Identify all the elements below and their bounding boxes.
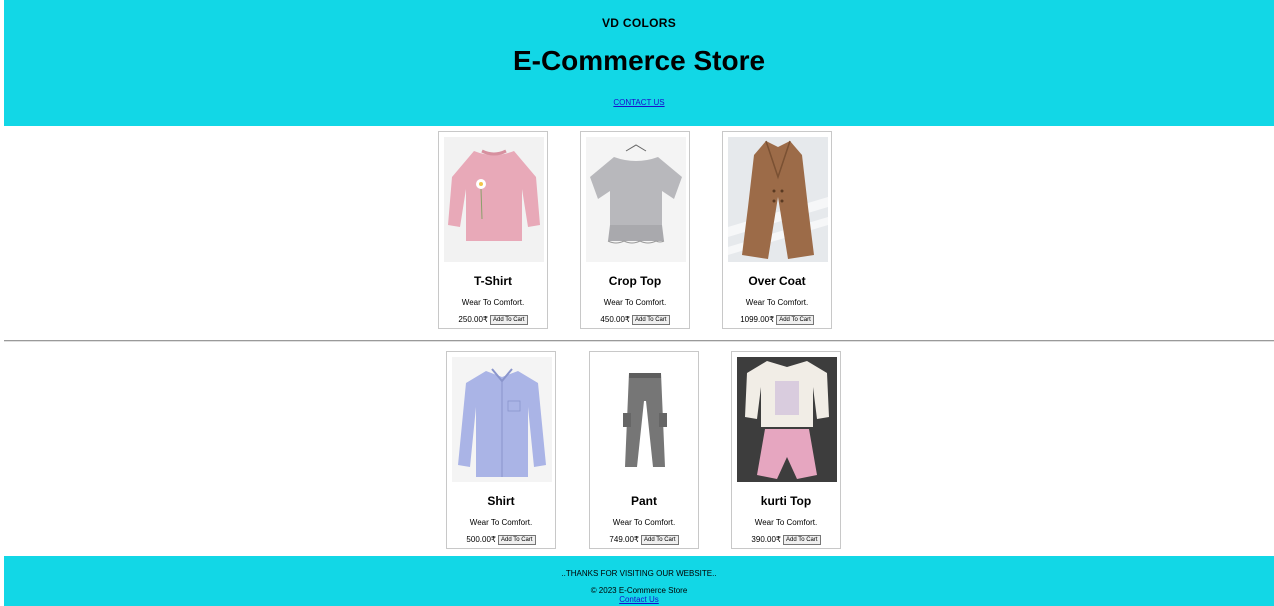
product-price: 1099.00₹ (740, 315, 775, 324)
product-name: Pant (630, 494, 657, 508)
product-price: 250.00₹ (458, 315, 488, 324)
site-header: VD COLORS E-Commerce Store CONTACT US (4, 0, 1274, 126)
header-contact: CONTACT US (4, 98, 1274, 107)
footer-contact: Contact Us (4, 595, 1274, 604)
grey-cargo-pant-image (595, 357, 695, 482)
footer-copyright: © 2023 E-Commerce Store (590, 586, 688, 595)
add-to-cart-button[interactable]: Add To Cart (497, 535, 536, 545)
product-description: Wear To Comfort. (612, 518, 676, 527)
product-price: 749.00₹ (609, 535, 639, 544)
contact-us-link[interactable]: CONTACT US (613, 98, 664, 107)
section-divider (4, 340, 1274, 342)
product-image (444, 137, 544, 262)
store-title: E-Commerce Store (512, 45, 766, 76)
product-name: Over Coat (748, 274, 806, 288)
product-purchase: 749.00₹ Add To Cart (590, 535, 698, 545)
product-price: 390.00₹ (751, 535, 781, 544)
product-name: Shirt (487, 494, 515, 508)
product-row-1: T-Shirt Wear To Comfort. 250.00₹ Add To C… (0, 131, 1274, 331)
product-name: kurti Top (760, 494, 812, 508)
add-to-cart-button[interactable]: Add To Cart (782, 535, 821, 545)
product-description: Wear To Comfort. (754, 518, 818, 527)
footer-thanks: ..THANKS FOR VISITING OUR WEBSITE.. (561, 569, 717, 578)
product-card-over-coat: Over Coat Wear To Comfort. 1099.00₹ Add T… (722, 131, 832, 329)
product-description: Wear To Comfort. (603, 298, 667, 307)
product-image (728, 137, 828, 262)
brand-name: VD COLORS (601, 16, 677, 30)
product-purchase: 500.00₹ Add To Cart (447, 535, 555, 545)
add-to-cart-button[interactable]: Add To Cart (489, 315, 528, 325)
add-to-cart-button[interactable]: Add To Cart (631, 315, 670, 325)
blue-shirt-image (452, 357, 552, 482)
grey-crop-top-image (586, 137, 686, 262)
product-image (737, 357, 837, 482)
product-description: Wear To Comfort. (745, 298, 809, 307)
product-card-kurti-top: kurti Top Wear To Comfort. 390.00₹ Add To… (731, 351, 841, 549)
product-name: Crop Top (608, 274, 662, 288)
product-name: T-Shirt (474, 274, 512, 288)
product-card-shirt: Shirt Wear To Comfort. 500.00₹ Add To Car… (446, 351, 556, 549)
product-purchase: 450.00₹ Add To Cart (581, 315, 689, 325)
site-footer: ..THANKS FOR VISITING OUR WEBSITE.. © 20… (4, 556, 1274, 606)
product-image (586, 137, 686, 262)
product-description: Wear To Comfort. (461, 298, 525, 307)
brown-overcoat-image (728, 137, 828, 262)
product-card-tshirt: T-Shirt Wear To Comfort. 250.00₹ Add To C… (438, 131, 548, 329)
product-purchase: 250.00₹ Add To Cart (439, 315, 547, 325)
product-card-pant: Pant Wear To Comfort. 749.00₹ Add To Cart (589, 351, 699, 549)
product-purchase: 1099.00₹ Add To Cart (723, 315, 831, 325)
product-image (595, 357, 695, 482)
product-price: 500.00₹ (466, 535, 496, 544)
product-price: 450.00₹ (600, 315, 630, 324)
add-to-cart-button[interactable]: Add To Cart (640, 535, 679, 545)
product-card-crop-top: Crop Top Wear To Comfort. 450.00₹ Add To … (580, 131, 690, 329)
product-purchase: 390.00₹ Add To Cart (732, 535, 840, 545)
kurti-set-image (737, 357, 837, 482)
product-description: Wear To Comfort. (469, 518, 533, 527)
page: VD COLORS E-Commerce Store CONTACT US T-… (0, 0, 1274, 606)
product-row-2: Shirt Wear To Comfort. 500.00₹ Add To Car… (0, 351, 1274, 551)
product-image (452, 357, 552, 482)
pink-sweatshirt-image (444, 137, 544, 262)
footer-contact-link[interactable]: Contact Us (619, 595, 659, 604)
add-to-cart-button[interactable]: Add To Cart (776, 315, 814, 325)
